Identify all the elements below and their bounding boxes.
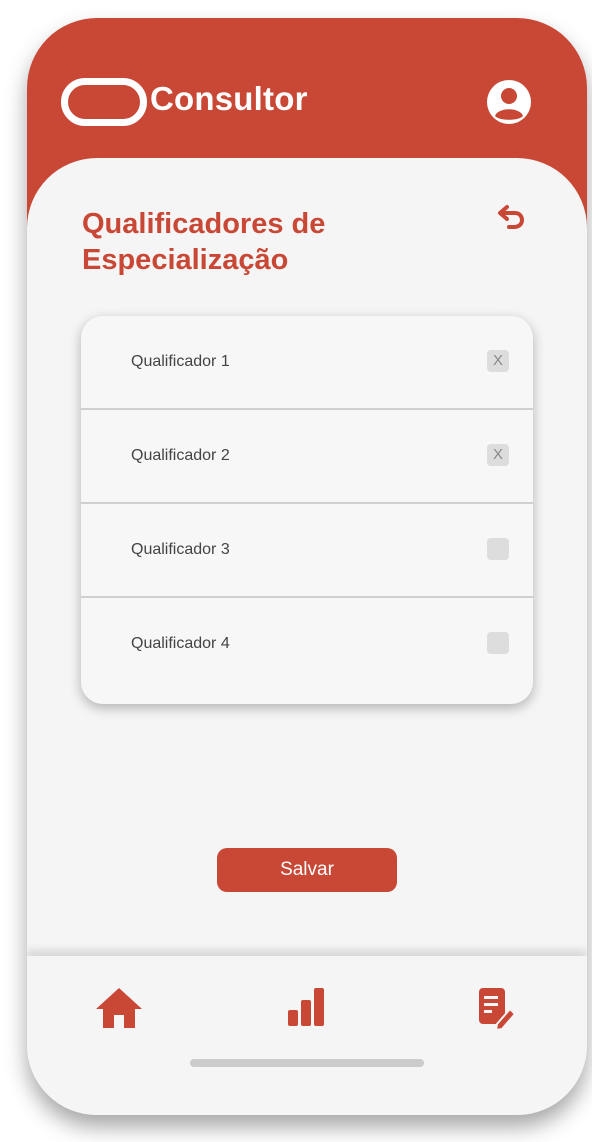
bottom-navigation [27,956,587,1115]
home-indicator[interactable] [190,1059,424,1067]
nav-notes-button[interactable] [469,982,521,1034]
user-circle-icon [487,80,531,124]
qualifier-label: Qualificador 1 [131,353,230,370]
save-button[interactable]: Salvar [217,848,397,892]
qualifier-checkbox-2[interactable]: X [487,444,509,466]
qualifier-row-3[interactable]: Qualificador 3 [81,504,533,598]
qualifier-label: Qualificador 4 [131,635,230,652]
qualifier-checkbox-4[interactable] [487,632,509,654]
qualifier-label: Qualificador 2 [131,447,230,464]
qualifier-checkbox-3[interactable] [487,538,509,560]
bar-chart-icon [288,988,324,1026]
qualifier-row-1[interactable]: Qualificador 1 X [81,316,533,410]
home-icon [96,988,142,1028]
qualifier-list: Qualificador 1 X Qualificador 2 X Qualif… [81,316,533,704]
undo-arrow-icon [498,205,525,229]
qualifier-row-4[interactable]: Qualificador 4 [81,598,533,692]
qualifier-label: Qualificador 3 [131,541,230,558]
qualifier-checkbox-1[interactable]: X [487,350,509,372]
profile-button[interactable] [485,78,533,126]
edit-document-icon [479,988,517,1032]
nav-stats-button[interactable] [281,982,333,1034]
qualifier-row-2[interactable]: Qualificador 2 X [81,410,533,504]
page-title: Qualificadores de Especialização [82,208,326,276]
logo-icon [61,78,147,126]
nav-home-button[interactable] [93,982,145,1034]
phone-frame: Consultor Qualificadores de Especializaç… [27,18,587,1115]
back-button[interactable] [495,204,527,234]
app-name: Consultor [150,80,308,117]
